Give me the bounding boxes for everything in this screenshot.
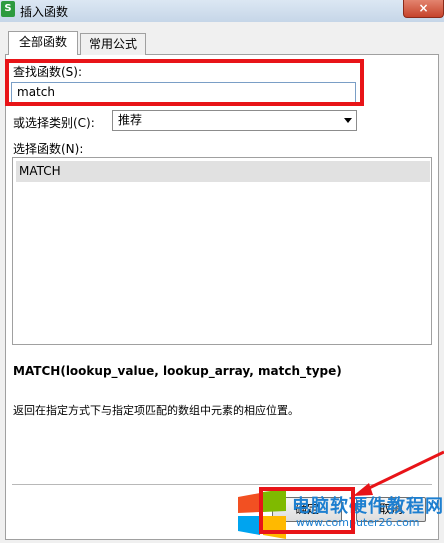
close-button[interactable]: × [403,0,444,18]
list-item[interactable]: MATCH [16,161,430,182]
category-select[interactable]: 推荐 [112,110,357,131]
function-description: 返回在指定方式下与指定项匹配的数组中元素的相应位置。 [13,404,299,417]
ok-highlight-box [259,487,355,534]
chevron-down-icon [344,118,352,123]
tab-common-formulas[interactable]: 常用公式 [80,33,146,55]
wps-app-icon: S [1,1,15,17]
title-bar: S 插入函数 × [0,0,444,22]
category-label: 或选择类别(C): [13,116,95,130]
function-signature: MATCH(lookup_value, lookup_array, match_… [13,364,342,378]
search-highlight-box [5,59,364,106]
category-selected-value: 推荐 [118,113,143,127]
function-list[interactable]: MATCH [12,157,432,345]
tab-all-functions[interactable]: 全部函数 [8,31,78,55]
window-title: 插入函数 [20,5,69,19]
function-list-label: 选择函数(N): [13,142,84,156]
